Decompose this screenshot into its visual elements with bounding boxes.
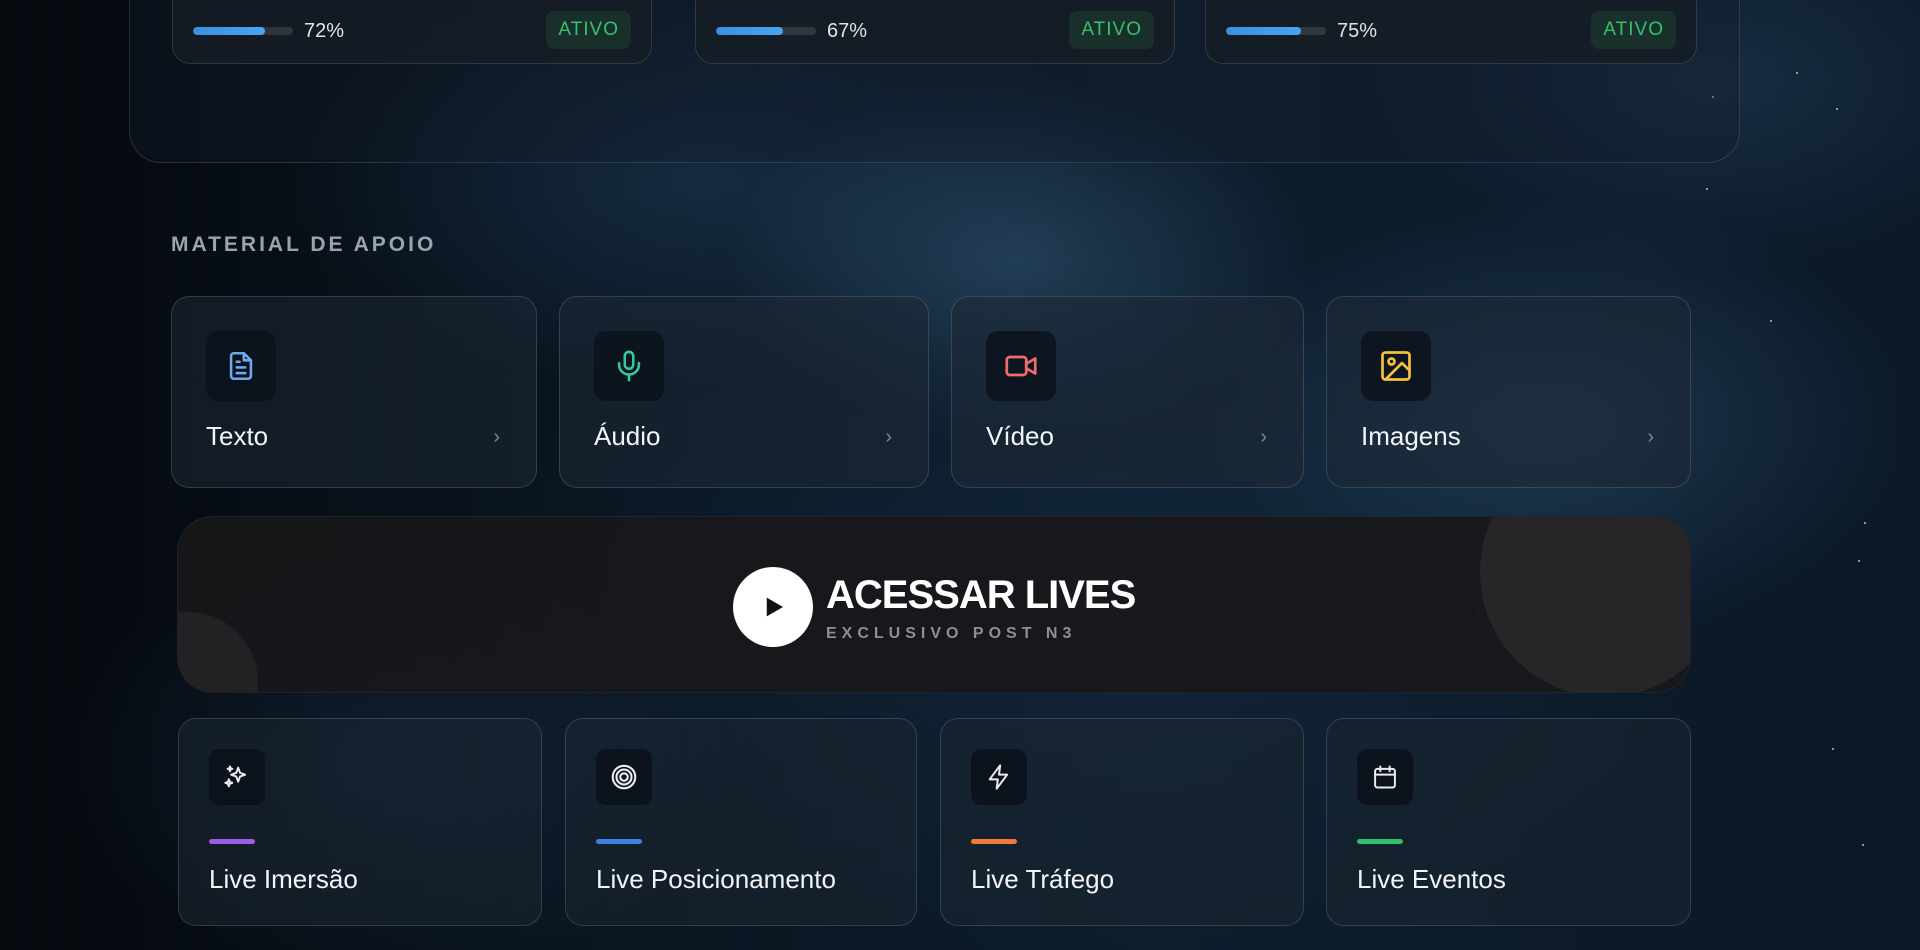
progress-fill <box>193 27 265 35</box>
progress-fill <box>716 27 783 35</box>
courses-panel: 72% ATIVO 67% ATIVO 75% ATIVO <box>129 0 1740 163</box>
banner-decoration <box>1480 517 1690 692</box>
microphone-icon <box>594 331 664 401</box>
progress-text: 67% <box>827 20 868 42</box>
image-icon <box>1361 331 1431 401</box>
play-icon[interactable] <box>733 567 813 647</box>
support-label: Vídeo <box>986 421 1054 451</box>
progress-bar <box>193 27 293 35</box>
lives-banner[interactable]: ACESSAR LIVES EXCLUSIVO POST N3 <box>177 516 1691 693</box>
banner-decoration <box>178 612 258 692</box>
status-badge: ATIVO <box>546 11 631 49</box>
chevron-right-icon: › <box>493 426 500 448</box>
progress-fill <box>1226 27 1301 35</box>
target-icon <box>596 749 652 805</box>
course-card[interactable]: 75% ATIVO <box>1205 0 1697 64</box>
banner-title: ACESSAR LIVES <box>826 573 1136 617</box>
chevron-right-icon: › <box>1260 426 1267 448</box>
status-badge: ATIVO <box>1069 11 1154 49</box>
calendar-icon <box>1357 749 1413 805</box>
live-label: Live Imersão <box>209 864 358 894</box>
video-camera-icon <box>986 331 1056 401</box>
live-label: Live Posicionamento <box>596 864 836 894</box>
accent-line <box>596 839 642 844</box>
live-label: Live Tráfego <box>971 864 1115 894</box>
live-card-posicionamento[interactable]: Live Posicionamento <box>565 718 917 926</box>
live-card-imersao[interactable]: Live Imersão <box>178 718 542 926</box>
course-card[interactable]: 72% ATIVO <box>172 0 652 64</box>
live-card-eventos[interactable]: Live Eventos <box>1326 718 1691 926</box>
lightning-icon <box>971 749 1027 805</box>
progress-text: 75% <box>1337 20 1378 42</box>
accent-line <box>1357 839 1403 844</box>
chevron-right-icon: › <box>885 426 892 448</box>
support-card-texto[interactable]: Texto › <box>171 296 537 488</box>
chevron-right-icon: › <box>1647 426 1654 448</box>
support-label: Áudio <box>594 421 661 451</box>
live-label: Live Eventos <box>1357 864 1506 894</box>
status-badge: ATIVO <box>1591 11 1676 49</box>
banner-subtitle: EXCLUSIVO POST N3 <box>826 625 1077 642</box>
course-card[interactable]: 67% ATIVO <box>695 0 1175 64</box>
progress-bar <box>1226 27 1326 35</box>
support-card-audio[interactable]: Áudio › <box>559 296 929 488</box>
document-icon <box>206 331 276 401</box>
progress-text: 72% <box>304 20 345 42</box>
live-card-trafego[interactable]: Live Tráfego <box>940 718 1304 926</box>
sparkles-icon <box>209 749 265 805</box>
progress-bar <box>716 27 816 35</box>
section-title: MATERIAL DE APOIO <box>171 233 437 256</box>
support-label: Imagens <box>1361 421 1461 451</box>
accent-line <box>971 839 1017 844</box>
support-card-imagens[interactable]: Imagens › <box>1326 296 1691 488</box>
accent-line <box>209 839 255 844</box>
support-card-video[interactable]: Vídeo › <box>951 296 1304 488</box>
support-label: Texto <box>206 421 269 451</box>
